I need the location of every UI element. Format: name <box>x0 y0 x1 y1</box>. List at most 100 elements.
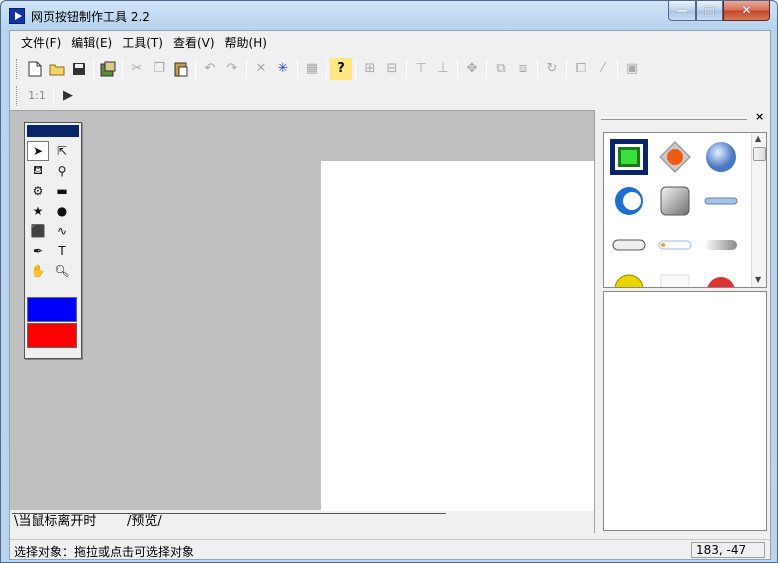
help-icon[interactable]: ? <box>330 57 352 80</box>
properties-pane[interactable] <box>603 291 767 531</box>
rotate-icon[interactable]: ↻ <box>541 58 563 80</box>
blue-sphere-button[interactable] <box>702 139 740 175</box>
blue-ring-button[interactable] <box>610 183 648 219</box>
toolbar-separator <box>93 58 94 79</box>
panel-header: × <box>595 110 771 126</box>
gray-square-button[interactable] <box>656 183 694 219</box>
tab-preview[interactable]: /预览/ <box>127 513 162 531</box>
toolbar-separator <box>195 58 196 79</box>
send-back-icon[interactable]: ⧈ <box>512 58 534 80</box>
center-icon[interactable]: ✥ <box>461 58 483 80</box>
close-button[interactable]: ✕ <box>723 1 770 21</box>
delete-icon[interactable]: ✕ <box>250 58 272 80</box>
cut-icon[interactable]: ✂ <box>126 58 148 80</box>
scroll-down-icon[interactable]: ▼ <box>755 275 761 284</box>
menu-tools[interactable]: 工具(T) <box>117 31 168 55</box>
toolbar-separator <box>486 58 487 79</box>
toolbar-separator <box>246 58 247 79</box>
fill-bucket-icon[interactable]: ⛾ <box>27 161 49 181</box>
bring-front-icon[interactable]: ⧉ <box>490 58 512 80</box>
stroke-color-swatch[interactable] <box>27 297 77 322</box>
close-icon: ✕ <box>741 3 752 17</box>
menu-view[interactable]: 查看(V) <box>168 31 220 55</box>
toolbar-separator <box>355 58 356 79</box>
ungroup-icon[interactable]: ▣ <box>621 58 643 80</box>
status-bar: 选择对象：拖拉或点击可选择对象 183, -47 <box>10 539 770 559</box>
pen-icon[interactable]: ✒ <box>27 241 49 261</box>
group-icon[interactable]: ⧠ <box>570 58 592 80</box>
copy-icon[interactable]: ❐ <box>148 58 170 80</box>
text-icon[interactable]: T <box>51 241 73 261</box>
paste-icon[interactable] <box>170 58 192 80</box>
toolbar-grip[interactable] <box>16 58 19 79</box>
menu-edit[interactable]: 编辑(E) <box>66 31 117 55</box>
palette-title-bar[interactable] <box>27 125 79 137</box>
node-select-icon[interactable]: ⇱ <box>51 141 73 161</box>
fill-color-swatch[interactable] <box>27 323 77 348</box>
new-file-icon[interactable] <box>24 58 46 80</box>
tabbed-bar-button[interactable] <box>656 227 694 263</box>
yellow-circle-button[interactable] <box>610 271 648 287</box>
menu-bar: 文件(F) 编辑(E) 工具(T) 查看(V) 帮助(H) <box>10 31 770 55</box>
gear-shape-icon[interactable]: ⚙ <box>27 181 49 201</box>
scroll-up-icon[interactable]: ▲ <box>755 134 761 143</box>
window-title: 网页按钮制作工具 2.2 <box>31 10 150 24</box>
toolbar-separator <box>537 58 538 79</box>
rounded-shape-icon[interactable]: ⬛ <box>27 221 49 241</box>
app-logo-icon <box>9 8 25 24</box>
minimize-icon: — <box>676 3 688 17</box>
orange-diamond-button[interactable] <box>656 139 694 175</box>
effects-icon[interactable]: ▦ <box>301 58 323 80</box>
toolbar-separator <box>566 58 567 79</box>
menu-help[interactable]: 帮助(H) <box>220 31 272 55</box>
toolbar-grip[interactable] <box>16 85 19 106</box>
drawing-workspace[interactable]: ➤ ⇱ ⛾ ⚲ ⚙ ▬ ★ ● ⬛ ∿ ✒ T ✋ 🔍︎ <box>10 110 594 511</box>
panel-grip[interactable] <box>601 117 747 120</box>
button-canvas[interactable] <box>321 161 594 511</box>
status-message: 选择对象：拖拉或点击可选择对象 <box>14 545 195 559</box>
minimize-button[interactable]: — <box>668 1 696 21</box>
menu-file[interactable]: 文件(F) <box>16 31 66 55</box>
align-bottom-icon[interactable]: ⊥ <box>432 58 454 80</box>
freehand-icon[interactable]: ∿ <box>51 221 73 241</box>
open-folder-icon[interactable] <box>46 58 68 80</box>
toolbar-separator <box>122 58 123 79</box>
hand-icon[interactable]: ✋ <box>27 261 49 281</box>
gallery-scrollbar[interactable]: ▲ ▼ <box>751 133 766 287</box>
align-top-icon[interactable]: ⊤ <box>410 58 432 80</box>
align-right-icon[interactable]: ⊟ <box>381 58 403 80</box>
red-arc-button[interactable] <box>702 271 740 287</box>
white-tile-button[interactable] <box>656 271 694 287</box>
maximize-button[interactable]: □ <box>696 1 723 21</box>
align-left-icon[interactable]: ⊞ <box>359 58 381 80</box>
wand-icon[interactable]: ⁄ <box>592 58 614 80</box>
zoom-actual-button[interactable]: 1:1 <box>24 85 50 107</box>
eyedropper-icon[interactable]: ⚲ <box>51 161 73 181</box>
star-icon[interactable]: ★ <box>27 201 49 221</box>
rectangle-icon[interactable]: ▬ <box>51 181 73 201</box>
slim-bar-button[interactable] <box>702 183 740 219</box>
undo-icon[interactable]: ↶ <box>199 58 221 80</box>
state-tabs: \当鼠标离开时 /预览/ <box>10 511 594 533</box>
circle-icon[interactable]: ● <box>51 201 73 221</box>
pill-button[interactable] <box>610 227 648 263</box>
button-style-gallery: ▲ ▼ <box>603 132 767 288</box>
save-icon[interactable] <box>68 58 90 80</box>
tab-mouse-leave[interactable]: \当鼠标离开时 <box>14 513 96 531</box>
select-star-icon[interactable]: ✳ <box>272 58 294 80</box>
export-icon[interactable] <box>97 58 119 80</box>
title-bar[interactable]: 网页按钮制作工具 2.2 — □ ✕ <box>1 1 777 29</box>
green-square-button[interactable] <box>610 139 648 175</box>
play-icon[interactable]: ▶ <box>57 85 79 107</box>
cursor-coordinates: 183, -47 <box>691 542 765 558</box>
toolbar-separator <box>297 58 298 79</box>
gray-capsule-button[interactable] <box>702 227 740 263</box>
toolbar-separator <box>53 85 54 106</box>
toolbar-separator <box>406 58 407 79</box>
panel-close-icon[interactable]: × <box>755 110 764 123</box>
arrow-select-icon[interactable]: ➤ <box>27 141 49 161</box>
toolbar-separator <box>457 58 458 79</box>
zoom-icon[interactable]: 🔍︎ <box>51 261 73 281</box>
redo-icon[interactable]: ↷ <box>221 58 243 80</box>
scrollbar-thumb[interactable] <box>753 147 766 161</box>
